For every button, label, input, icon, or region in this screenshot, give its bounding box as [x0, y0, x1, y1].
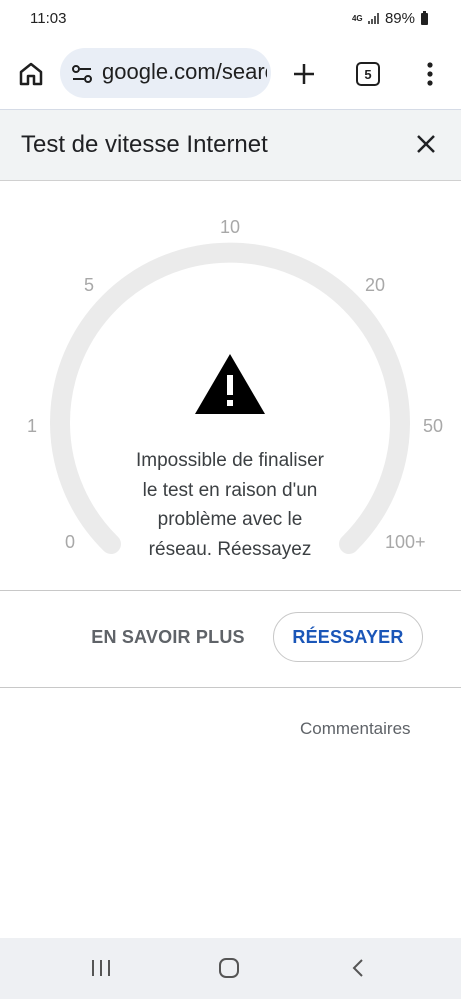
tick-label: 5: [84, 275, 95, 295]
tab-count: 5: [364, 66, 372, 82]
status-time: 11:03: [30, 10, 67, 27]
learn-more-button[interactable]: EN SAVOIR PLUS: [80, 614, 256, 660]
tick-label: 20: [365, 275, 386, 295]
battery-icon: [421, 10, 428, 25]
home-icon[interactable]: [17, 60, 45, 88]
network-type: 4G: [351, 13, 363, 23]
tick-label: 10: [220, 217, 241, 237]
status-indicators: 4G 89%: [352, 10, 428, 27]
system-nav-bar: [0, 938, 461, 999]
back-icon[interactable]: [350, 958, 366, 978]
status-bar: 11:03 4G 89%: [0, 0, 461, 38]
retry-button[interactable]: RÉESSAYER: [273, 612, 423, 662]
speed-gauge: 0 1 5 10 20 50 100+ Impossible de finali…: [0, 182, 461, 590]
warning-icon: [195, 354, 265, 414]
recent-apps-icon[interactable]: [90, 958, 112, 978]
tick-label: 0: [65, 532, 76, 552]
divider: [0, 590, 461, 591]
tab-switcher-button[interactable]: 5: [356, 62, 380, 86]
site-settings-icon[interactable]: [71, 63, 93, 85]
address-bar[interactable]: google.com/search: [60, 48, 271, 98]
tick-label: 100+: [385, 532, 426, 552]
browser-toolbar: google.com/search 5: [0, 38, 461, 110]
close-icon[interactable]: [414, 132, 438, 156]
home-button-icon[interactable]: [218, 957, 240, 979]
more-options-icon[interactable]: [418, 60, 442, 88]
tick-label: 1: [27, 416, 38, 436]
feedback-link[interactable]: Commentaires: [300, 719, 411, 739]
new-tab-icon[interactable]: [290, 60, 318, 88]
battery-level: 89%: [384, 10, 415, 27]
tick-label: 50: [423, 416, 444, 436]
sheet-header: Test de vitesse Internet: [0, 110, 461, 181]
divider: [0, 687, 461, 688]
error-message: Impossible de finaliser le test en raiso…: [136, 450, 324, 560]
signal-icon: [367, 13, 379, 24]
sheet-title: Test de vitesse Internet: [21, 131, 268, 158]
url-text[interactable]: google.com/search: [102, 59, 267, 85]
